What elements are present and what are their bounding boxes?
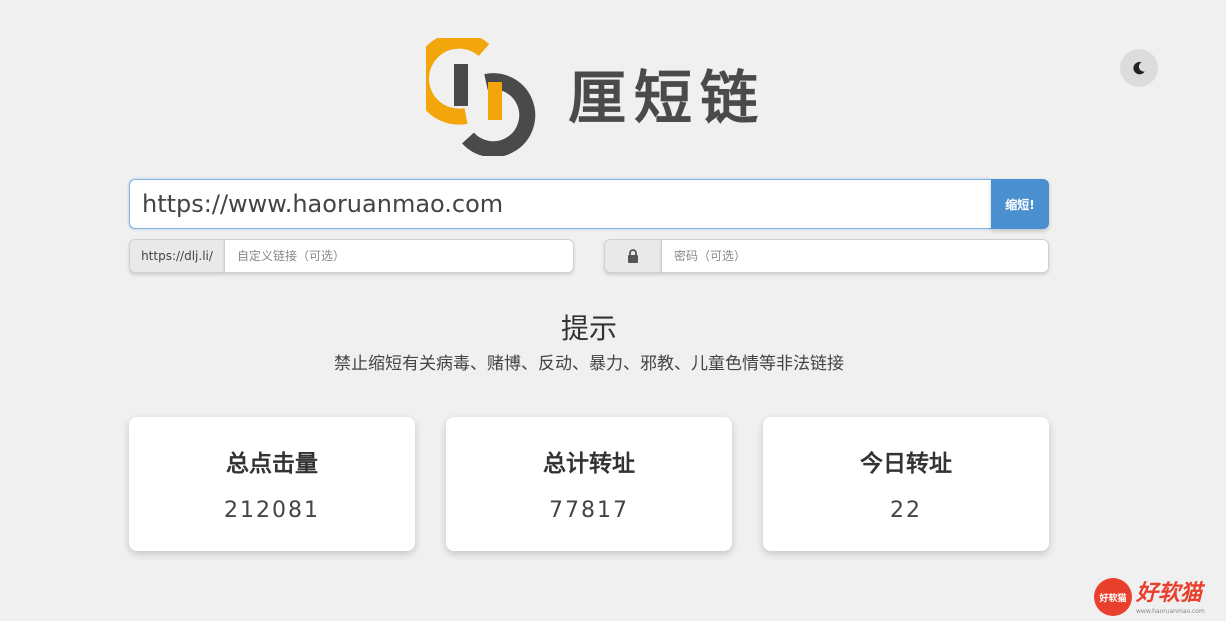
shorten-button[interactable]: 缩短! — [991, 179, 1049, 229]
lock-icon — [628, 249, 638, 263]
notice-title: 提示 — [560, 312, 617, 345]
stat-value: 77817 — [549, 498, 629, 523]
domain-prefix: https://dlj.li/ — [129, 239, 224, 273]
stat-card-today-links: 今日转址 22 — [763, 417, 1049, 551]
stat-label: 总计转址 — [543, 451, 635, 477]
watermark-url: www.haoruanmao.com — [1136, 608, 1205, 615]
notice-text: 禁止缩短有关病毒、赌博、反动、暴力、邪教、儿童色情等非法链接 — [334, 354, 844, 374]
stat-card-total-clicks: 总点击量 212081 — [129, 417, 415, 551]
logo: 厘短链 — [426, 38, 758, 156]
watermark-text: 好软猫 — [1136, 581, 1203, 606]
stat-card-total-links: 总计转址 77817 — [446, 417, 732, 551]
logo-text: 厘短链 — [568, 64, 767, 132]
stat-value: 212081 — [224, 498, 320, 523]
lock-addon — [604, 239, 661, 273]
stat-label: 总点击量 — [226, 451, 318, 477]
password-group — [604, 239, 1049, 273]
url-input[interactable] — [129, 179, 991, 229]
stat-value: 22 — [890, 498, 922, 523]
custom-link-group: https://dlj.li/ — [129, 239, 574, 273]
stat-label: 今日转址 — [860, 451, 952, 477]
watermark-badge: 好软猫 — [1094, 578, 1132, 616]
watermark: 好软猫 好软猫 www.haoruanmao.com — [1092, 578, 1222, 618]
theme-toggle-button[interactable] — [1120, 49, 1158, 87]
moon-icon — [1133, 61, 1145, 75]
password-input[interactable] — [661, 239, 1049, 273]
custom-link-input[interactable] — [224, 239, 574, 273]
page: 厘短链 缩短! https://dlj.li/ 提示 禁止缩短有关病毒、赌博、反… — [0, 0, 1226, 621]
url-form: 缩短! — [129, 179, 1049, 229]
logo-mark-icon — [426, 38, 536, 156]
